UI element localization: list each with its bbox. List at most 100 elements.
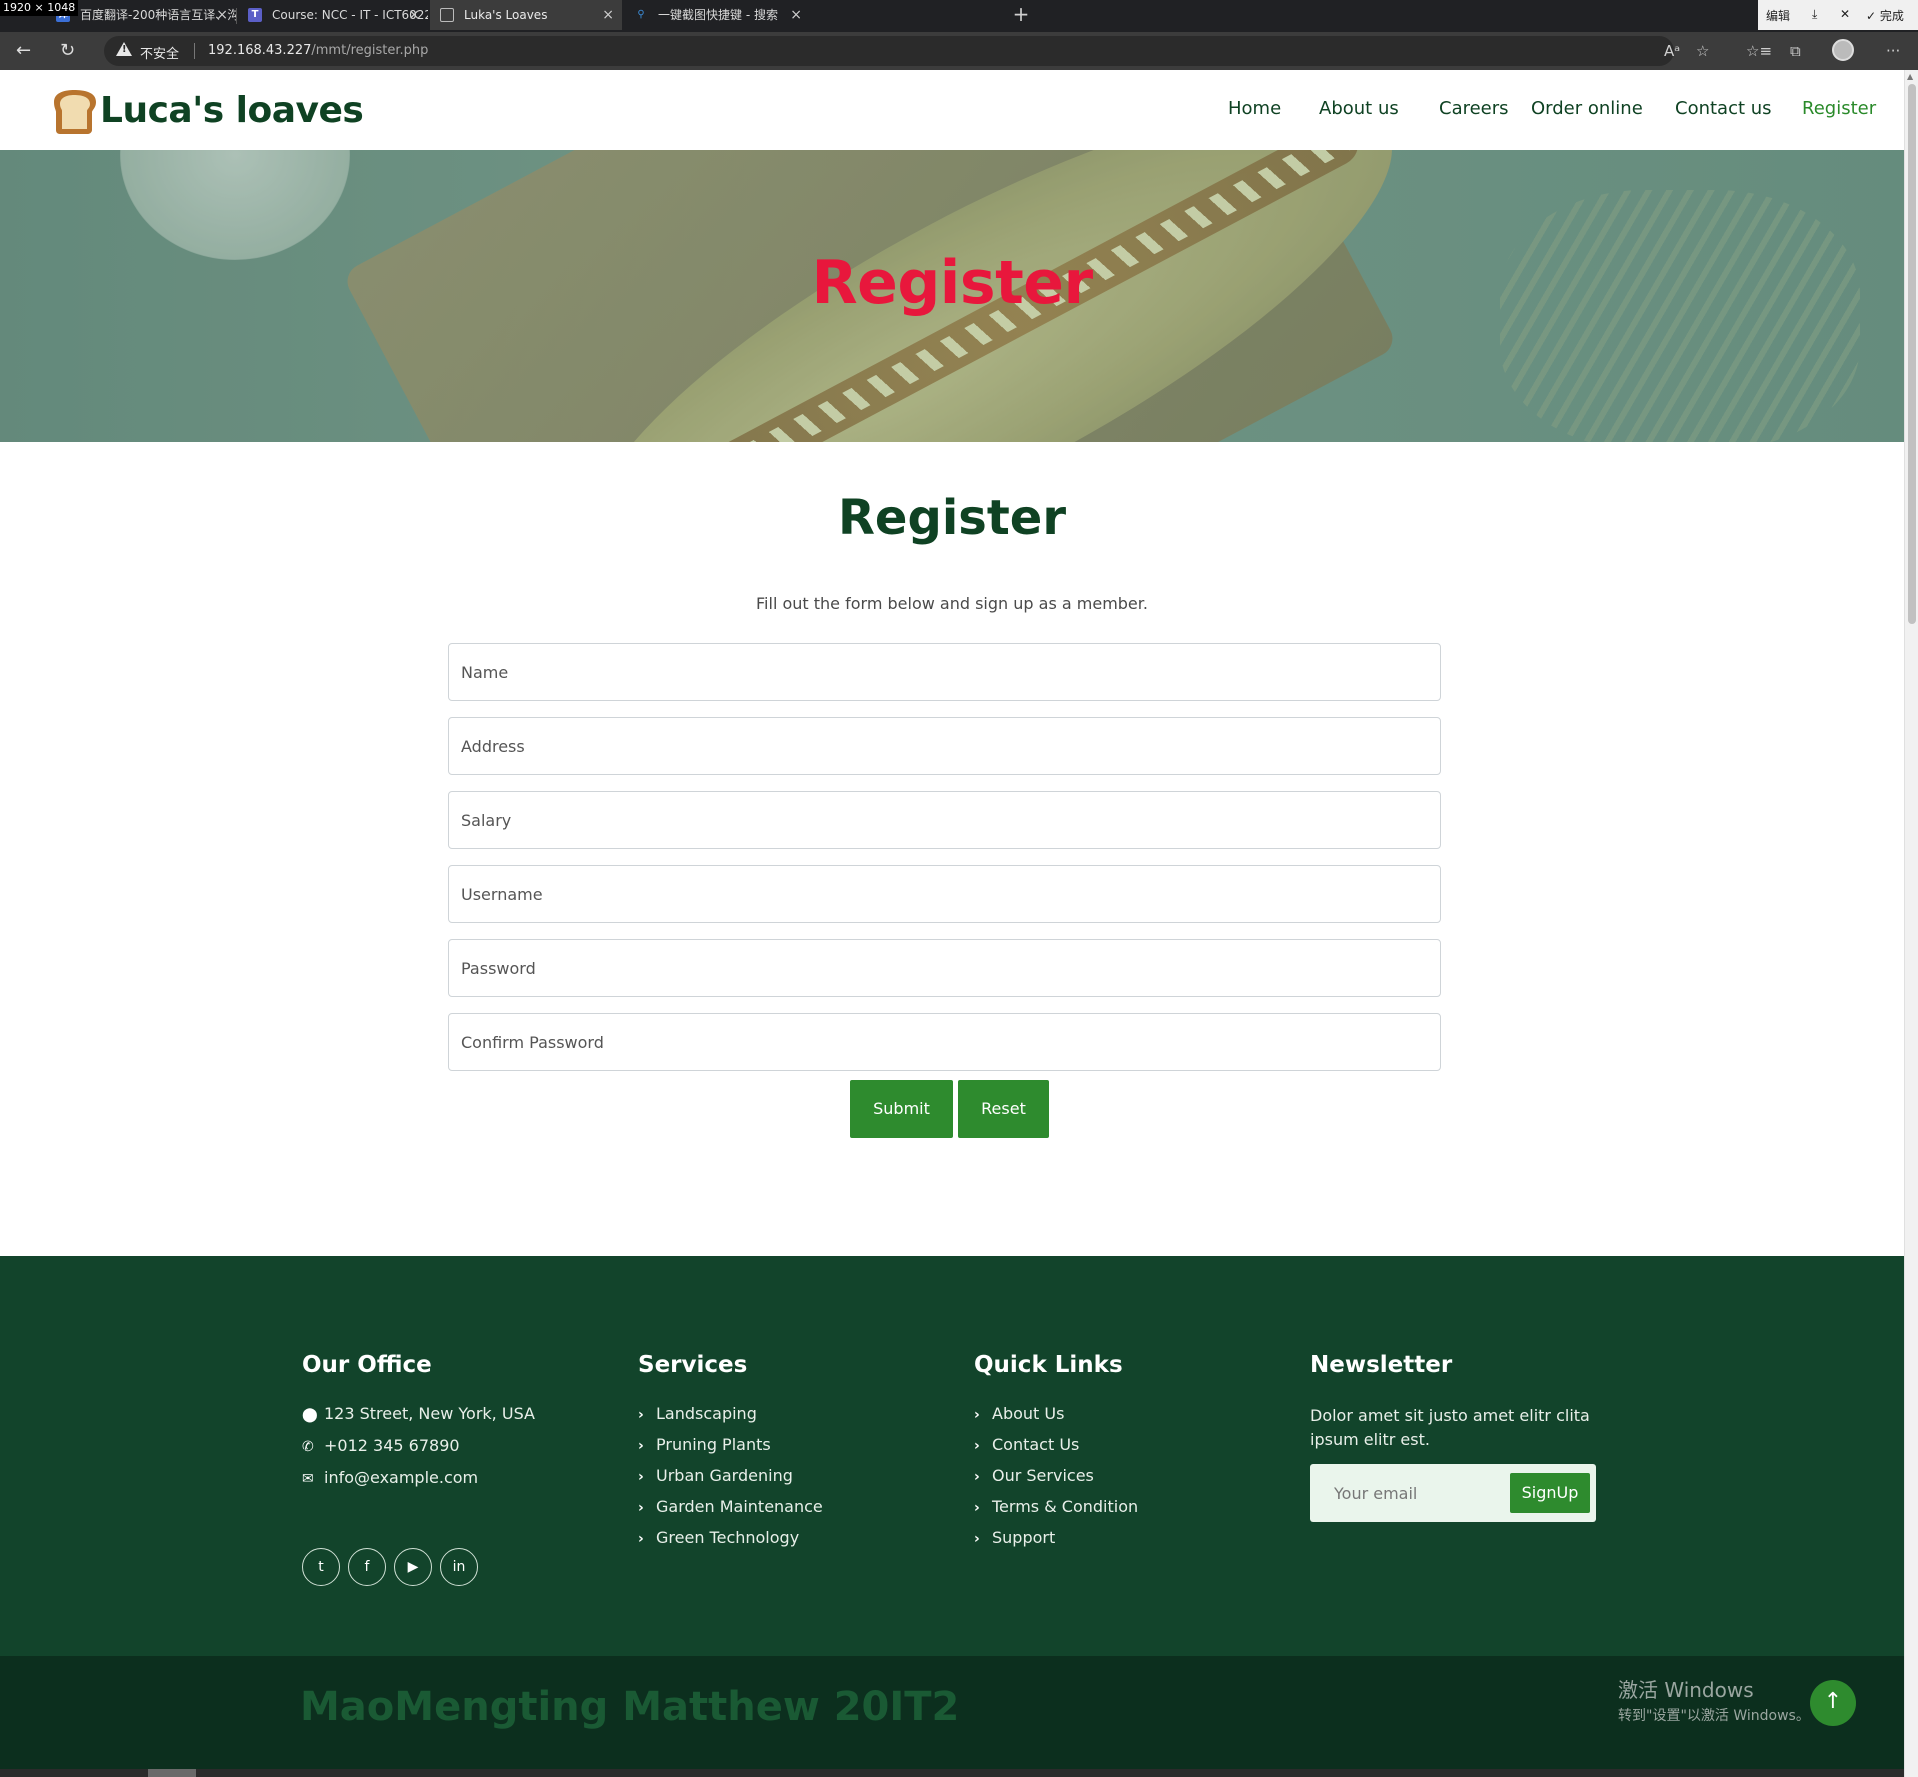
tab-course-ncc[interactable]: T Course: NCC - IT - ICT60220, Top ×	[238, 0, 428, 30]
collections-icon[interactable]: ⧉	[1790, 42, 1801, 60]
envelope-icon: ✉	[302, 1471, 314, 1487]
url-text[interactable]: 192.168.43.227/mmt/register.php	[208, 43, 428, 58]
tab-search[interactable]: ⚲ 一键截图快捷键 - 搜索 ×	[624, 0, 1008, 30]
chevron-right-icon: ›	[974, 1438, 980, 1454]
service-link[interactable]: › Garden Maintenance	[638, 1497, 823, 1516]
nav-about-us[interactable]: About us	[1319, 98, 1399, 119]
copyright-bar: MaoMengting Matthew 20IT2 激活 Windows 转到"…	[0, 1656, 1904, 1777]
submit-button[interactable]: Submit	[850, 1080, 953, 1138]
newsletter-signup-button[interactable]: SignUp	[1510, 1473, 1590, 1513]
page-title: Register	[837, 490, 1067, 546]
tab-separator	[236, 8, 237, 24]
bread-icon	[54, 90, 96, 134]
horizontal-scrollbar-thumb[interactable]	[148, 1769, 196, 1777]
edit-button[interactable]: 编辑	[1766, 7, 1790, 24]
close-icon[interactable]: ×	[216, 0, 228, 30]
hero-title: Register	[811, 248, 1093, 318]
read-aloud-icon[interactable]: Aᵃ	[1664, 42, 1680, 60]
address-field[interactable]	[448, 717, 1441, 775]
logo-text: Luca's loaves	[100, 90, 364, 131]
scroll-up-icon[interactable]: ▲	[1907, 72, 1913, 81]
profile-avatar[interactable]	[1832, 39, 1854, 61]
footer-newsletter: Newsletter Dolor amet sit justo amet eli…	[1310, 1352, 1610, 1522]
name-field[interactable]	[448, 643, 1441, 701]
address-bar-row: ← ↻ 不安全 192.168.43.227/mmt/register.php …	[0, 32, 1918, 70]
tab-title: 一键截图快捷键 - 搜索	[658, 8, 778, 22]
screen-size-label: 1920 × 1048	[0, 0, 79, 16]
office-phone: ✆ +012 345 67890	[302, 1436, 460, 1455]
horizontal-scrollbar[interactable]	[0, 1769, 1904, 1777]
capture-toolbar: 编辑 ⤓ ✕ ✓ 完成	[1758, 0, 1918, 30]
password-field[interactable]	[448, 939, 1441, 997]
copyright-text: MaoMengting Matthew 20IT2	[300, 1684, 960, 1730]
reload-icon[interactable]: ↻	[60, 40, 75, 61]
new-tab-button[interactable]: +	[1008, 0, 1034, 30]
quick-link[interactable]: › Our Services	[974, 1466, 1094, 1485]
service-link[interactable]: › Landscaping	[638, 1404, 757, 1423]
windows-activation-watermark: 激活 Windows 转到"设置"以激活 Windows。	[1618, 1678, 1810, 1724]
tab-title: Course: NCC - IT - ICT60220, Top	[272, 8, 428, 22]
chevron-right-icon: ›	[638, 1469, 644, 1485]
reset-button[interactable]: Reset	[958, 1080, 1049, 1138]
search-icon: ⚲	[637, 9, 645, 20]
username-field[interactable]	[448, 865, 1441, 923]
chevron-right-icon: ›	[974, 1407, 980, 1423]
twitter-icon[interactable]: t	[302, 1548, 340, 1586]
more-icon[interactable]: ···	[1886, 42, 1900, 60]
chevron-right-icon: ›	[974, 1531, 980, 1547]
scrollbar-thumb[interactable]	[1908, 84, 1916, 624]
newsletter-email-input[interactable]	[1320, 1473, 1500, 1513]
nav-careers[interactable]: Careers	[1439, 98, 1509, 119]
service-link[interactable]: › Pruning Plants	[638, 1435, 771, 1454]
nav-home[interactable]: Home	[1228, 98, 1281, 119]
footer-services: Services › Landscaping › Pruning Plants › U…	[638, 1352, 938, 1547]
close-icon[interactable]: ×	[602, 0, 614, 30]
quick-link[interactable]: › Support	[974, 1528, 1055, 1547]
page-subtitle: Fill out the form below and sign up as a…	[756, 594, 1148, 613]
chevron-right-icon: ›	[974, 1469, 980, 1485]
back-to-top-button[interactable]: ↑	[1810, 1680, 1856, 1726]
page-icon	[440, 8, 454, 22]
quick-link[interactable]: › About Us	[974, 1404, 1064, 1423]
vertical-scrollbar[interactable]: ▲	[1904, 70, 1918, 1777]
nav-register[interactable]: Register	[1802, 98, 1876, 119]
tab-title: 百度翻译-200种语言互译、沟通	[80, 8, 236, 22]
facebook-icon[interactable]: f	[348, 1548, 386, 1586]
close-icon[interactable]: ✕	[1840, 7, 1850, 21]
favorite-add-icon[interactable]: ☆	[1696, 42, 1709, 60]
chevron-right-icon: ›	[974, 1500, 980, 1516]
linkedin-icon[interactable]: in	[440, 1548, 478, 1586]
service-link[interactable]: › Green Technology	[638, 1528, 799, 1547]
site-footer: Our Office ⬤ 123 Street, New York, USA ✆ +…	[0, 1256, 1904, 1656]
confirm-password-field[interactable]	[448, 1013, 1441, 1071]
office-email: ✉ info@example.com	[302, 1468, 479, 1487]
nav-contact-us[interactable]: Contact us	[1675, 98, 1772, 119]
nav-order-online[interactable]: Order online	[1531, 98, 1643, 119]
url-field[interactable]: 不安全 192.168.43.227/mmt/register.php	[104, 36, 1674, 66]
favorites-icon[interactable]: ☆≡	[1746, 42, 1772, 60]
footer-office: Our Office ⬤ 123 Street, New York, USA ✆ +…	[302, 1352, 622, 1487]
quick-link[interactable]: › Contact Us	[974, 1435, 1079, 1454]
back-icon[interactable]: ←	[16, 40, 31, 61]
close-icon[interactable]: ×	[408, 0, 420, 30]
footer-quick-links: Quick Links › About Us › Contact Us › Our S…	[974, 1352, 1274, 1547]
quick-link[interactable]: › Terms & Condition	[974, 1497, 1138, 1516]
newsletter-text: Dolor amet sit justo amet elitr clita ip…	[1310, 1406, 1590, 1449]
tab-lukas-loaves[interactable]: Luka's Loaves ×	[430, 0, 622, 30]
warning-icon	[116, 42, 132, 56]
footer-heading: Services	[638, 1352, 748, 1378]
chevron-right-icon: ›	[638, 1531, 644, 1547]
service-link[interactable]: › Urban Gardening	[638, 1466, 793, 1485]
done-button[interactable]: ✓ 完成	[1866, 7, 1904, 24]
download-icon[interactable]: ⤓	[1812, 7, 1817, 22]
hero-banner: Register	[0, 150, 1904, 442]
chevron-right-icon: ›	[638, 1407, 644, 1423]
youtube-icon[interactable]: ▶	[394, 1548, 432, 1586]
office-address: ⬤ 123 Street, New York, USA	[302, 1404, 535, 1423]
map-pin-icon: ⬤	[302, 1407, 318, 1423]
security-label[interactable]: 不安全	[140, 43, 179, 62]
salary-field[interactable]	[448, 791, 1441, 849]
footer-heading: Our Office	[302, 1352, 432, 1378]
close-icon[interactable]: ×	[790, 0, 802, 30]
footer-heading: Newsletter	[1310, 1352, 1453, 1378]
